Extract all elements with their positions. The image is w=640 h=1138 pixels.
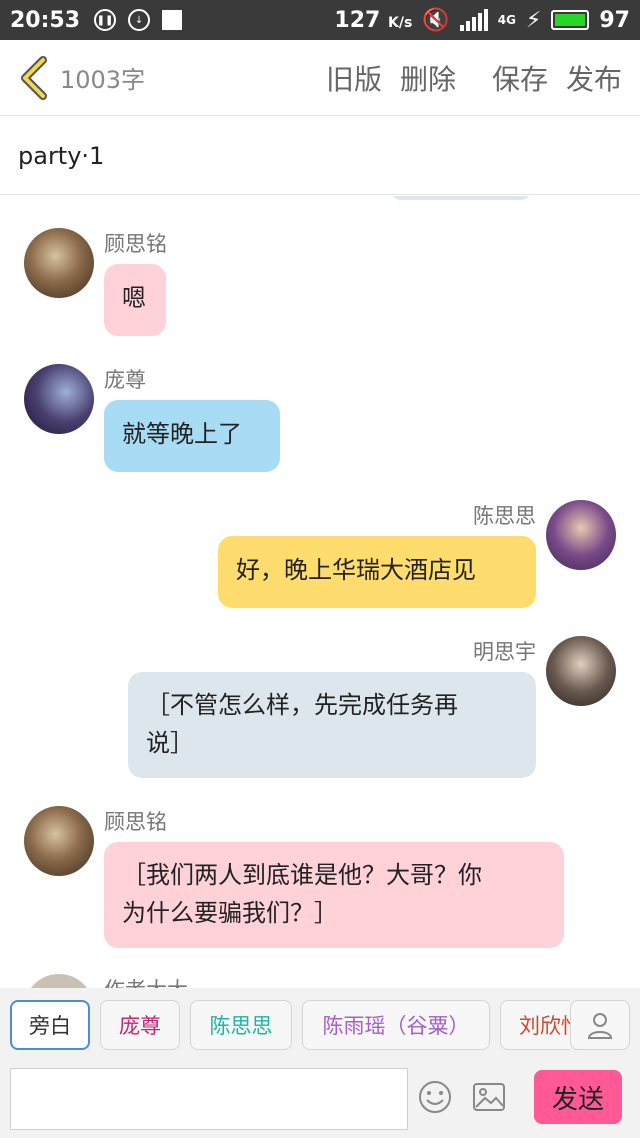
download-icon: ↓ xyxy=(128,9,151,31)
sender-name: 顾思铭 xyxy=(104,810,167,834)
status-right: 127 K/s 🔇 4G ⚡ 97 xyxy=(334,8,630,33)
character-chip[interactable]: 陈思思 xyxy=(190,1000,292,1050)
message-bubble xyxy=(390,196,532,200)
message-text: ［我们两人到底谁是他？大哥？你 xyxy=(122,861,482,889)
status-time: 20:53 xyxy=(10,7,81,33)
clipboard-icon xyxy=(162,10,183,30)
emoji-icon[interactable] xyxy=(418,1080,452,1114)
chat-area: 顾思铭 嗯 庞尊 就等晚上了 陈思思 好，晚上华瑞大酒店见 明思宇 ［不管怎么样… xyxy=(0,196,640,988)
user-icon xyxy=(587,1013,613,1039)
battery-icon xyxy=(551,10,590,30)
message-bubble[interactable]: 就等晚上了 xyxy=(104,400,280,472)
message-text: ［不管怎么样，先完成任务再 xyxy=(146,691,458,719)
character-chip[interactable]: 庞尊 xyxy=(100,1000,180,1050)
sender-name: 作者大大 xyxy=(104,974,188,988)
sender-name: 明思宇 xyxy=(473,640,536,664)
signal-icon xyxy=(459,9,488,31)
chip-label: 旁白 xyxy=(29,1014,71,1038)
input-bar: 发送 xyxy=(0,1062,640,1138)
character-chip[interactable]: 旁白 xyxy=(10,1000,90,1050)
message-bubble[interactable]: ［不管怎么样，先完成任务再 说］ xyxy=(128,672,536,778)
chip-label: 陈雨瑶（谷粟） xyxy=(322,1014,470,1038)
sender-name: 庞尊 xyxy=(104,368,146,392)
avatar[interactable] xyxy=(546,500,616,570)
top-bar: 1003字 旧版 删除 保存 发布 xyxy=(0,40,640,116)
character-chip[interactable]: 陈雨瑶（谷粟） xyxy=(302,1000,490,1050)
message-text: 嗯 xyxy=(122,284,146,312)
message-text: 好，晚上华瑞大酒店见 xyxy=(236,556,476,584)
chip-label: 刘欣怡 xyxy=(519,1014,570,1038)
avatar[interactable] xyxy=(24,806,94,876)
character-selector: 旁白 庞尊 陈思思 陈雨瑶（谷粟） 刘欣怡 xyxy=(0,988,640,1062)
message-input[interactable] xyxy=(10,1068,408,1130)
chip-label: 陈思思 xyxy=(209,1014,273,1038)
sender-name: 顾思铭 xyxy=(104,232,167,256)
message-text: 就等晚上了 xyxy=(122,420,242,448)
pause-icon: ❚❚ xyxy=(94,9,117,31)
send-button[interactable]: 发送 xyxy=(534,1070,622,1124)
network-type: 4G xyxy=(497,13,516,27)
avatar[interactable] xyxy=(24,974,94,988)
avatar[interactable] xyxy=(24,364,94,434)
save-button[interactable]: 保存 xyxy=(492,58,548,98)
back-chevron-icon[interactable] xyxy=(14,48,54,108)
chapter-title[interactable]: party·1 xyxy=(0,117,640,195)
sender-name: 陈思思 xyxy=(473,504,536,528)
image-icon[interactable] xyxy=(472,1082,506,1112)
message-text: 为什么要骗我们？］ xyxy=(122,899,338,927)
mute-icon: 🔇 xyxy=(422,7,450,33)
word-count: 1003字 xyxy=(60,66,146,94)
charging-icon: ⚡ xyxy=(525,7,542,33)
avatar[interactable] xyxy=(24,228,94,298)
character-chip[interactable]: 刘欣怡 xyxy=(500,1000,570,1050)
message-text: 说］ xyxy=(146,729,194,757)
message-bubble[interactable]: 好，晚上华瑞大酒店见 xyxy=(218,536,536,608)
message-bubble[interactable]: 嗯 xyxy=(104,264,166,336)
delete-button[interactable]: 删除 xyxy=(400,58,456,98)
old-version-button[interactable]: 旧版 xyxy=(326,58,382,98)
message-bubble[interactable]: ［我们两人到底谁是他？大哥？你 为什么要骗我们？］ xyxy=(104,842,564,948)
battery-level: 97 xyxy=(599,7,630,33)
net-speed: 127 K/s xyxy=(334,7,413,33)
header-actions: 旧版 删除 保存 发布 xyxy=(326,58,622,98)
avatar[interactable] xyxy=(546,636,616,706)
chip-label: 庞尊 xyxy=(119,1014,161,1038)
status-bar: 20:53 ❚❚ ↓ 127 K/s 🔇 4G ⚡ 97 xyxy=(0,0,640,40)
publish-button[interactable]: 发布 xyxy=(566,58,622,98)
character-manage-button[interactable] xyxy=(570,1000,630,1050)
